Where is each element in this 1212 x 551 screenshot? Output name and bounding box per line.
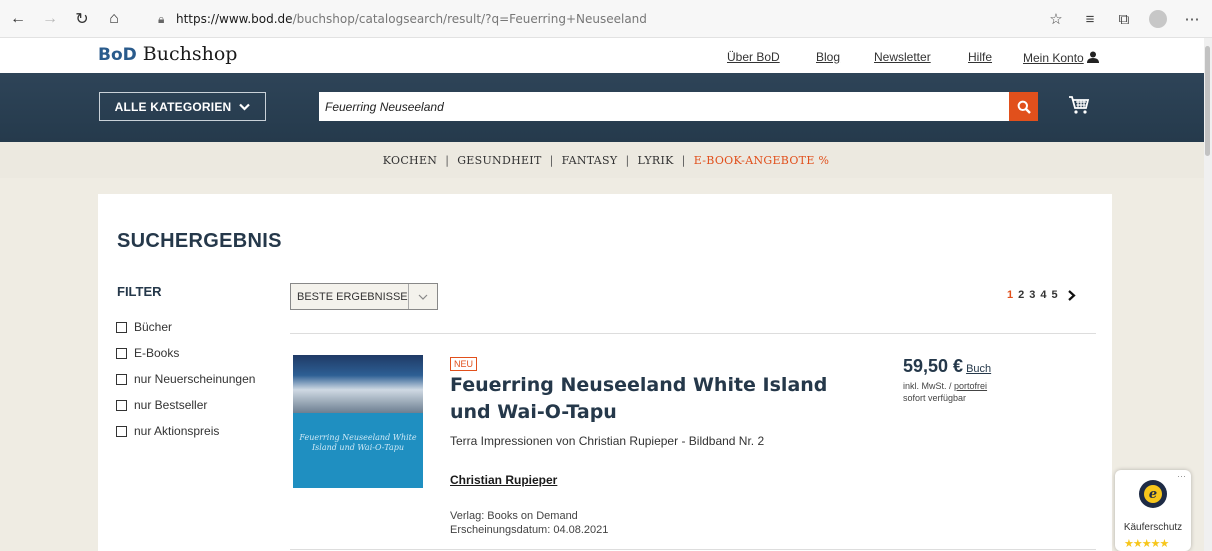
shipping-link[interactable]: portofrei xyxy=(954,381,987,391)
reload-icon[interactable]: ↻ xyxy=(68,5,96,33)
cart-icon[interactable] xyxy=(1068,95,1090,120)
filter-buecher[interactable]: Bücher xyxy=(116,314,255,340)
more-menu-icon[interactable]: ⋯ xyxy=(1178,6,1206,32)
nav-item-lyrik[interactable]: LYRIK xyxy=(637,154,673,167)
nav-item-kochen[interactable]: KOCHEN xyxy=(383,154,437,167)
home-icon[interactable]: ⌂ xyxy=(100,5,128,33)
book-subtitle: Terra Impressionen von Christian Rupiepe… xyxy=(450,434,765,448)
book-title[interactable]: Feuerring Neuseeland White Island und Wa… xyxy=(450,372,870,426)
link-ueber-bod[interactable]: Über BoD xyxy=(727,50,780,64)
category-nav: KOCHEN | GESUNDHEIT | FANTASY | LYRIK | … xyxy=(0,142,1212,178)
page-5[interactable]: 5 xyxy=(1052,289,1058,301)
checkbox[interactable] xyxy=(116,321,127,333)
search-icon xyxy=(1017,100,1031,114)
chevron-down-icon xyxy=(408,284,437,309)
nav-separator: | xyxy=(445,153,450,167)
release-date: Erscheinungsdatum: 04.08.2021 xyxy=(450,524,609,536)
link-hilfe[interactable]: Hilfe xyxy=(968,50,992,64)
page-scrollbar[interactable] xyxy=(1204,38,1212,551)
browser-toolbar: ← → ↻ ⌂ 🔒︎ https://www.bod.de/buchshop/c… xyxy=(0,0,1212,38)
results-panel: SUCHERGEBNIS FILTER Bücher E-Books nur N… xyxy=(98,194,1112,551)
scrollbar-thumb[interactable] xyxy=(1205,46,1210,156)
person-icon xyxy=(1086,51,1099,63)
price: 59,50 € Buch xyxy=(903,356,992,376)
back-arrow-icon[interactable]: ← xyxy=(4,5,32,33)
chevron-down-icon xyxy=(239,103,251,111)
page-4[interactable]: 4 xyxy=(1040,289,1046,301)
checkbox[interactable] xyxy=(116,373,127,385)
filter-bestseller[interactable]: nur Bestseller xyxy=(116,392,255,418)
link-mein-konto[interactable]: Mein Konto xyxy=(1023,50,1099,65)
sort-dropdown[interactable]: BESTE ERGEBNISSE xyxy=(290,283,438,310)
divider xyxy=(290,549,1096,550)
trust-seal-icon: e xyxy=(1139,480,1167,508)
cover-photo xyxy=(293,355,423,413)
search-band: ALLE KATEGORIEN Feuerring Neuseeland xyxy=(0,73,1212,142)
search-button[interactable] xyxy=(1009,92,1038,121)
page-title: SUCHERGEBNIS xyxy=(117,230,282,252)
search-input[interactable]: Feuerring Neuseeland xyxy=(319,92,1009,121)
site-topbar: BoD Buchshop Über BoD Blog Newsletter Hi… xyxy=(0,38,1212,73)
nav-item-fantasy[interactable]: FANTASY xyxy=(562,154,618,167)
nav-item-ebook-angebote[interactable]: E-BOOK-ANGEBOTE % xyxy=(694,154,830,167)
trust-badge-widget[interactable]: ··· e Käuferschutz ★★★★★ xyxy=(1115,470,1191,551)
url-host: https://www.bod.de xyxy=(176,12,293,26)
filter-aktionspreis[interactable]: nur Aktionspreis xyxy=(116,418,255,444)
cover-title: Feuerring Neuseeland White Island und Wa… xyxy=(299,433,417,452)
rating-stars: ★★★★★ xyxy=(1124,538,1169,550)
address-bar[interactable]: 🔒︎ https://www.bod.de/buchshop/catalogse… xyxy=(158,8,1008,30)
forward-arrow-icon[interactable]: → xyxy=(36,5,64,33)
url-path: /buchshop/catalogsearch/result/?q=Feuerr… xyxy=(292,12,647,26)
filter-ebooks[interactable]: E-Books xyxy=(116,340,255,366)
checkbox[interactable] xyxy=(116,399,127,411)
page-2[interactable]: 2 xyxy=(1018,289,1024,301)
nav-separator: | xyxy=(681,153,686,167)
vat-info: inkl. MwSt. / portofrei sofort verfügbar xyxy=(903,381,988,403)
publisher-info: Verlag: Books on Demand Erscheinungsdatu… xyxy=(450,509,608,537)
link-blog[interactable]: Blog xyxy=(816,50,840,64)
categories-dropdown[interactable]: ALLE KATEGORIEN xyxy=(99,92,266,121)
nav-separator: | xyxy=(549,153,554,167)
checkbox[interactable] xyxy=(116,425,127,437)
availability: sofort verfügbar xyxy=(903,393,967,403)
collections-icon[interactable]: ⧉ xyxy=(1110,6,1138,32)
page-3[interactable]: 3 xyxy=(1029,289,1035,301)
site-logo[interactable]: BoD Buchshop xyxy=(98,43,237,65)
filter-list: Bücher E-Books nur Neuerscheinungen nur … xyxy=(116,314,255,444)
new-badge: NEU xyxy=(450,357,478,371)
page-1[interactable]: 1 xyxy=(1007,289,1013,301)
filter-heading: FILTER xyxy=(117,284,162,299)
nav-separator: | xyxy=(625,153,630,167)
publisher: Verlag: Books on Demand xyxy=(450,510,578,522)
favorites-list-icon[interactable]: ≡ xyxy=(1076,6,1104,32)
favorite-star-icon[interactable]: ☆ xyxy=(1042,6,1070,32)
profile-icon[interactable] xyxy=(1144,6,1172,32)
filter-neuerscheinungen[interactable]: nur Neuerscheinungen xyxy=(116,366,255,392)
nav-item-gesundheit[interactable]: GESUNDHEIT xyxy=(457,154,541,167)
next-page-icon[interactable] xyxy=(1067,289,1076,301)
buyer-protection-label: Käuferschutz xyxy=(1123,522,1183,533)
checkbox[interactable] xyxy=(116,347,127,359)
author-link[interactable]: Christian Rupieper xyxy=(450,473,557,487)
link-newsletter[interactable]: Newsletter xyxy=(874,50,931,64)
more-icon[interactable]: ··· xyxy=(1177,471,1186,481)
price-type-link[interactable]: Buch xyxy=(966,363,991,375)
pagination: 1 2 3 4 5 xyxy=(1007,289,1076,301)
book-cover[interactable]: Feuerring Neuseeland White Island und Wa… xyxy=(293,355,423,488)
divider xyxy=(290,333,1096,334)
lock-icon: 🔒︎ xyxy=(158,11,165,26)
